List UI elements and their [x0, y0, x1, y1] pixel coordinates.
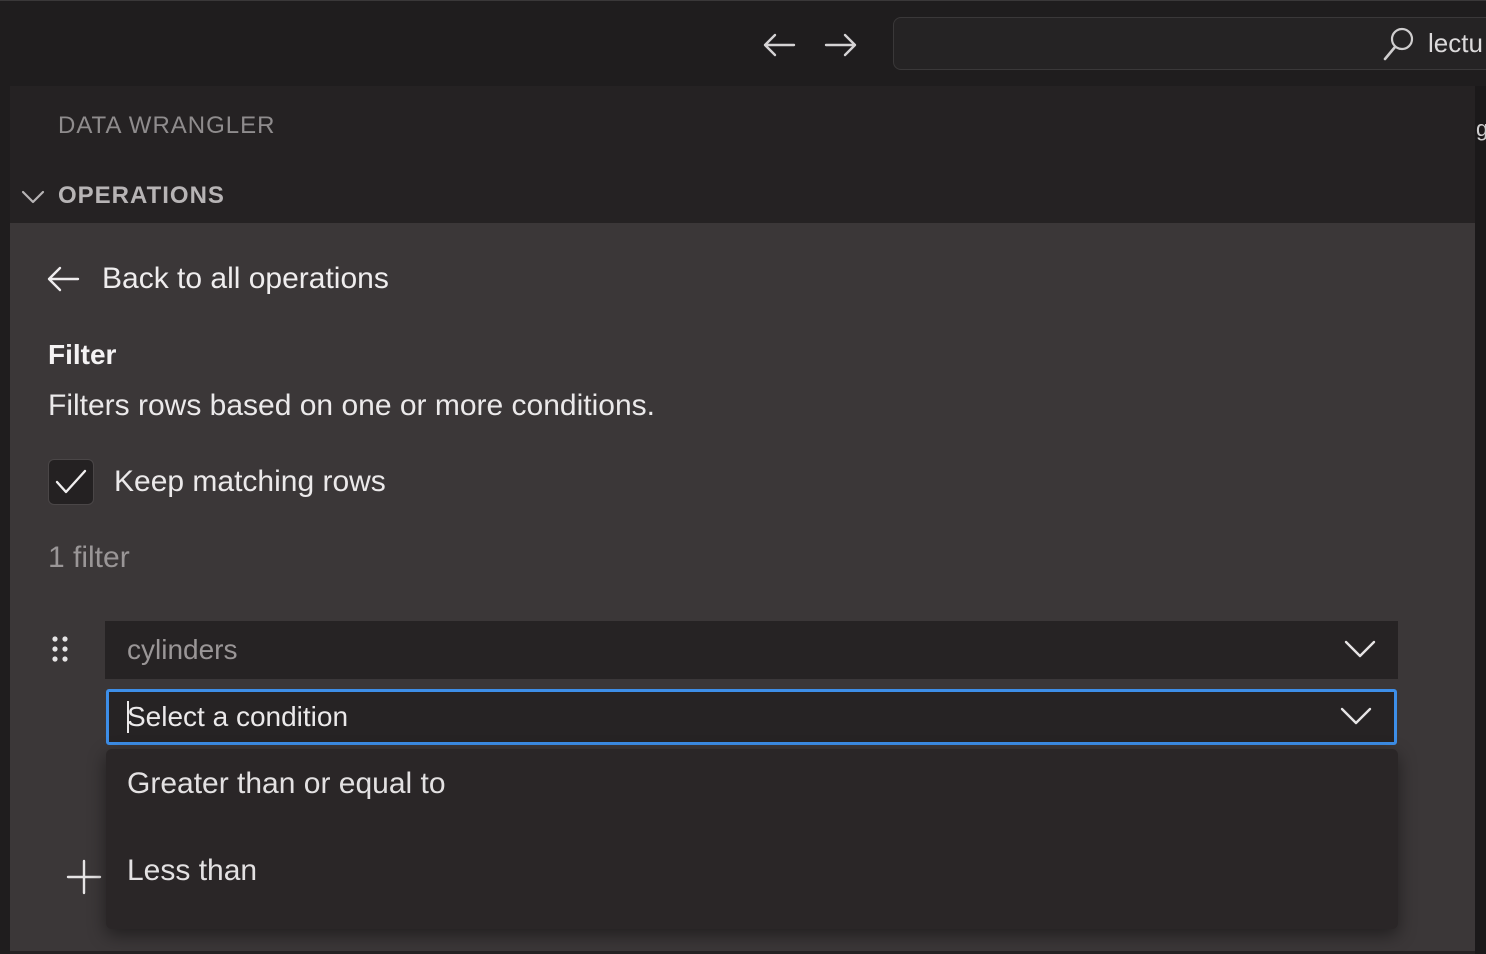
column-select[interactable]: cylinders [105, 621, 1398, 679]
condition-option-greater-than-or-equal[interactable]: Greater than or equal to [106, 755, 1398, 815]
arrow-right-icon [824, 33, 857, 57]
plus-icon[interactable] [66, 859, 102, 895]
search-text: lectu [1428, 28, 1483, 58]
operations-section-header[interactable]: OPERATIONS [10, 172, 1475, 222]
drag-handle-icon[interactable] [50, 635, 70, 665]
editor-edge [1475, 86, 1486, 954]
column-select-value: cylinders [127, 634, 238, 665]
text-caret [127, 701, 129, 733]
keep-matching-rows-checkbox[interactable] [48, 459, 94, 505]
arrow-left-icon [763, 33, 796, 57]
back-link-label: Back to all operations [102, 262, 389, 295]
operation-description: Filters rows based on one or more condit… [48, 389, 655, 422]
back-to-operations-link[interactable]: Back to all operations [46, 259, 389, 299]
back-nav-button[interactable] [761, 27, 797, 63]
condition-option-label: Less than [127, 854, 258, 887]
keep-matching-rows-checkbox-row[interactable]: Keep matching rows [48, 458, 386, 506]
search-icon [1383, 27, 1414, 61]
keep-matching-rows-label: Keep matching rows [114, 465, 386, 498]
forward-nav-button[interactable] [823, 27, 859, 63]
operation-title: Filter [48, 339, 117, 370]
condition-dropdown-list: Greater than or equal to Less than [106, 749, 1398, 929]
filter-count: 1 filter [48, 541, 130, 574]
chevron-down-icon [1344, 640, 1376, 658]
chevron-down-icon [1340, 707, 1372, 725]
operations-section-label: OPERATIONS [58, 182, 225, 209]
condition-option-less-than[interactable]: Less than [106, 842, 1398, 902]
title-bar: lectu [0, 0, 1486, 87]
data-wrangler-sidebar: DATA WRANGLER OPERATIONS Back to all ope… [10, 86, 1475, 954]
arrow-left-icon [47, 266, 80, 292]
command-search-box[interactable]: lectu [893, 17, 1486, 70]
panel-title: DATA WRANGLER [58, 112, 276, 139]
editor-edge-glyph: ɡ [1476, 116, 1486, 141]
condition-select[interactable] [106, 689, 1397, 745]
filter-operation-panel: Back to all operations Filter Filters ro… [10, 223, 1475, 951]
chevron-down-icon [21, 190, 45, 204]
check-icon [55, 469, 87, 494]
condition-option-label: Greater than or equal to [127, 767, 446, 800]
condition-input[interactable] [127, 692, 1307, 742]
